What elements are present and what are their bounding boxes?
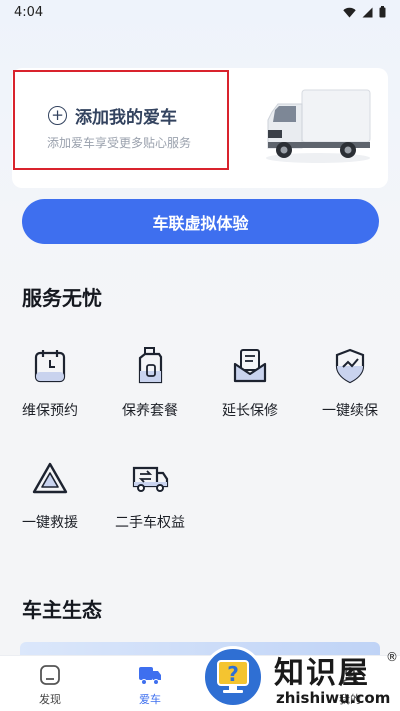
discover-icon <box>40 665 60 685</box>
watermark-url: zhishiwu.com <box>276 689 391 707</box>
service-label: 一键救援 <box>22 515 78 531</box>
add-car-button[interactable]: + 添加我的爱车 <box>48 103 177 128</box>
status-icons <box>343 6 386 18</box>
shield-chart-icon <box>330 346 370 386</box>
status-time: 4:04 <box>14 4 44 20</box>
signal-icon <box>362 7 373 17</box>
service-label: 一键续保 <box>322 403 378 419</box>
tab-label: 爱车 <box>139 693 161 706</box>
svg-text:?: ? <box>227 662 239 686</box>
battery-icon <box>379 6 386 18</box>
truck-exchange-icon <box>130 458 170 498</box>
service-label: 延长保修 <box>222 403 278 419</box>
services-section-title: 服务无忧 <box>22 286 102 310</box>
tab-discover[interactable]: 发现 <box>15 664 85 707</box>
service-maintenance-booking[interactable]: 维保预约 <box>8 346 92 426</box>
virtual-experience-button[interactable]: 车联虚拟体验 <box>22 199 379 244</box>
ecosystem-section-title: 车主生态 <box>22 598 102 622</box>
add-car-subtitle: 添加爱车享受更多贴心服务 <box>47 136 192 150</box>
envelope-icon <box>230 346 270 386</box>
vehicle-card[interactable]: + 添加我的爱车 添加爱车享受更多贴心服务 <box>12 68 388 188</box>
tab-my-car[interactable]: 爱车 <box>115 664 185 707</box>
truck-image <box>266 89 371 163</box>
service-label: 二手车权益 <box>115 515 185 531</box>
add-car-title: 添加我的爱车 <box>75 108 177 128</box>
status-bar: 4:04 <box>0 0 400 24</box>
watermark-title: 知识屋 <box>274 656 370 691</box>
wifi-icon <box>343 7 356 17</box>
watermark-registered: ® <box>386 650 398 664</box>
service-extended-warranty[interactable]: 延长保修 <box>208 346 292 426</box>
warning-triangle-icon <box>30 458 70 498</box>
watermark: ? 知识屋 ® zhishiwu.com <box>202 646 398 708</box>
watermark-logo: ? <box>202 646 264 708</box>
service-used-car-rights[interactable]: 二手车权益 <box>108 458 192 538</box>
service-insurance-renewal[interactable]: 一键续保 <box>308 346 392 426</box>
service-label: 保养套餐 <box>122 403 178 419</box>
plus-circle-icon: + <box>48 106 67 125</box>
service-maintenance-package[interactable]: 保养套餐 <box>108 346 192 426</box>
oil-bottle-icon <box>130 346 170 386</box>
service-label: 维保预约 <box>22 403 78 419</box>
question-monitor-icon: ? <box>217 660 249 693</box>
calendar-icon <box>30 346 70 386</box>
service-roadside-rescue[interactable]: 一键救援 <box>8 458 92 538</box>
tab-label: 发现 <box>39 693 61 706</box>
truck-tab-icon <box>139 667 161 685</box>
